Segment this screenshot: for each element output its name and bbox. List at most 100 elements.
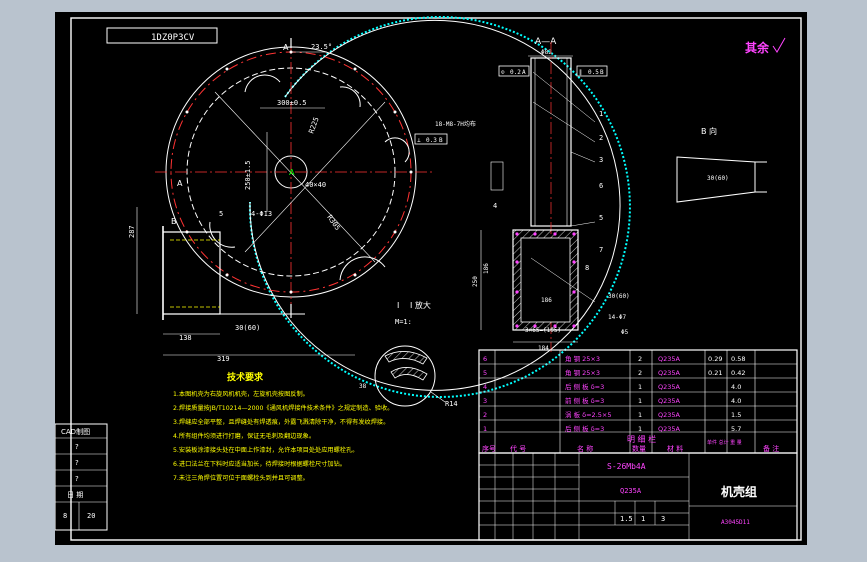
hole-callout: 14-Φ7 <box>608 314 626 321</box>
bom-cell-qty: 1 <box>638 425 642 433</box>
view-b: B 向 30(60) <box>676 126 767 203</box>
tech-note-6: 6.进口法兰在下料时应适当加长，待焊接时根据螺栓尺寸加钻。 <box>173 460 346 468</box>
scroll-outer-hatch <box>248 15 631 398</box>
bom-h-weight: 单件 总计 重 量 <box>707 439 742 446</box>
bom-cell-mat: Q235A <box>658 369 681 377</box>
bom-cell-qty: 2 <box>638 355 642 363</box>
fcf-3-val: 0.3 <box>426 137 437 144</box>
cad-row-2: ? <box>75 459 79 467</box>
lobe-top-right <box>339 86 361 108</box>
leader-5 <box>570 221 596 227</box>
scale-1: 1.5 <box>620 515 633 523</box>
bom-table: 6 角 钢 25×3 2 Q235A 0.29 0.58 5 角 钢 25×3 2 Q235A 0.… <box>478 349 798 454</box>
bom-cell-name: 角 钢 25×3 <box>565 354 600 363</box>
tech-note-3: 3.焊缝应全部平整，且焊缝处有焊透痕，外露飞溅清除干净，不得有发纹焊接。 <box>173 418 389 426</box>
fcf-2-ref: B <box>600 69 604 76</box>
roughness-symbol <box>772 37 786 53</box>
bom-cell-qty: 1 <box>638 411 642 419</box>
cad-panel: CAD制图 ? ? ? 日 期 8 20 <box>55 423 108 531</box>
weld-callout: 18-M8-7H均布 <box>435 120 476 128</box>
balloon-8: 8 <box>585 264 589 272</box>
main-view: A A B A 23.5° 300±0.5 R225 250±1.5 40×40… <box>128 15 631 398</box>
roughness-note: 其余 <box>745 40 770 55</box>
balloon-4: 4 <box>493 202 497 210</box>
detail-dim-38: 38 <box>359 383 367 390</box>
cad-panel-header: CAD制图 <box>61 427 90 436</box>
section-aa-view: A—A Φ82 ⊙ 0.2 A ∥ 0.5 B 184 3×65=(195) 1… <box>414 37 630 352</box>
bom-cell-mat: Q235A <box>658 411 681 419</box>
lobe-right <box>384 137 410 163</box>
bom-h-no: 序号 <box>482 444 496 453</box>
fcf-3-sym: ⊥ <box>417 137 421 144</box>
dim-r305: R305 <box>325 214 341 232</box>
bom-cell-name: 后 侧 板 δ=3 <box>565 424 604 433</box>
scale-2: 1 <box>641 515 645 523</box>
section-a-top: A <box>283 43 289 52</box>
bom-h-code: 代 号 <box>510 444 526 453</box>
dim-184: 184 <box>538 345 549 352</box>
view-b-arrow-label: B <box>171 217 177 226</box>
fcf-2-val: 0.5 <box>588 69 599 76</box>
bom-cell-name: 涡 板 δ=2.5×5 <box>565 410 611 419</box>
drawing-id: 1DZ0P3CV <box>151 33 195 43</box>
dim-138: 138 <box>179 334 192 342</box>
weld-callout-2: 30(60) <box>608 293 630 300</box>
tech-notes-title: 技术要求 <box>227 371 264 383</box>
dim-stack <box>490 161 504 191</box>
bom-cell-name: 后 侧 板 δ=3 <box>565 382 604 391</box>
phi5-callout: Φ5 <box>621 329 629 336</box>
dim-r225: R225 <box>307 116 320 135</box>
scale-3: 3 <box>661 515 665 523</box>
balloon-1: 1 <box>599 110 603 118</box>
dim-319: 319 <box>217 355 230 363</box>
bom-cell-w1: 0.29 <box>708 355 722 363</box>
detail-hatch-2 <box>390 367 428 381</box>
detail-roman: I <box>397 301 399 310</box>
lobe-left <box>209 221 236 248</box>
bom-cell-no: 1 <box>483 425 487 433</box>
leader-1 <box>532 71 596 123</box>
outlet-duct <box>163 231 221 315</box>
tech-note-4: 4.所有组件均须进行打磨，保证无毛刺及翻边现象。 <box>173 432 315 440</box>
dim-287: 287 <box>128 225 136 238</box>
bom-cell-w2: 1.5 <box>731 411 741 419</box>
bom-cell-mat: Q235A <box>658 355 681 363</box>
fcf-1-ref: A <box>522 69 526 76</box>
drawing-number: A3045D11 <box>721 519 750 526</box>
leader-3 <box>570 151 596 163</box>
bom-cell-mat: Q235A <box>658 383 681 391</box>
dim-300: 300±0.5 <box>277 99 307 107</box>
detail-i: I I 放大 M=1: R14 38 <box>359 300 458 408</box>
bom-cell-qty: 2 <box>638 369 642 377</box>
cad-bottom-b: 20 <box>87 512 95 520</box>
bom-cell-name: 前 侧 板 δ=3 <box>565 396 604 405</box>
cad-bottom-a: 8 <box>63 512 67 520</box>
bom-cell-no: 5 <box>483 369 487 377</box>
balloon-5: 5 <box>599 214 603 222</box>
dim-186b: 186 <box>483 263 490 274</box>
bom-cell-qty: 1 <box>638 397 642 405</box>
view-b-title: B 向 <box>701 126 717 136</box>
diag-line-1 <box>214 91 376 263</box>
section-aa-title: A—A <box>535 37 557 47</box>
dim-angle: 23.5° <box>311 43 332 51</box>
dim-hole: 4-Φ13 <box>251 210 272 218</box>
title-block: S-26Mb4A Q235A 机壳组 A3045D11 1.5 1 3 <box>478 452 798 541</box>
bom-cell-w2: 4.0 <box>731 397 741 405</box>
bom-cell-w2: 4.0 <box>731 383 741 391</box>
bom-section-label: 明 细 栏 <box>627 434 656 444</box>
cad-row-4: 日 期 <box>67 491 83 499</box>
balloon-3: 3 <box>599 156 603 164</box>
material: Q235A <box>620 487 642 495</box>
cad-drawing: 1DZ0P3CV A A B A 23.5° 300±0.5 R225 250±… <box>55 15 802 541</box>
dim-250b: 250 <box>472 276 479 287</box>
detail-title: I 放大 <box>410 300 431 310</box>
dim-phi82: Φ82 <box>541 49 552 56</box>
dim-40x40: 40×40 <box>305 181 326 189</box>
bom-cell-no: 4 <box>483 383 487 391</box>
cad-row-3: ? <box>75 475 79 483</box>
bom-h-name: 名 称 <box>577 444 593 453</box>
bom-cell-w2: 0.42 <box>731 369 745 377</box>
tech-note-5: 5.安装板涂漆接头处在中面上作漆封，允许本项目处处应用螺栓孔。 <box>173 446 358 454</box>
weld-note-main: 30(60) <box>235 324 260 332</box>
